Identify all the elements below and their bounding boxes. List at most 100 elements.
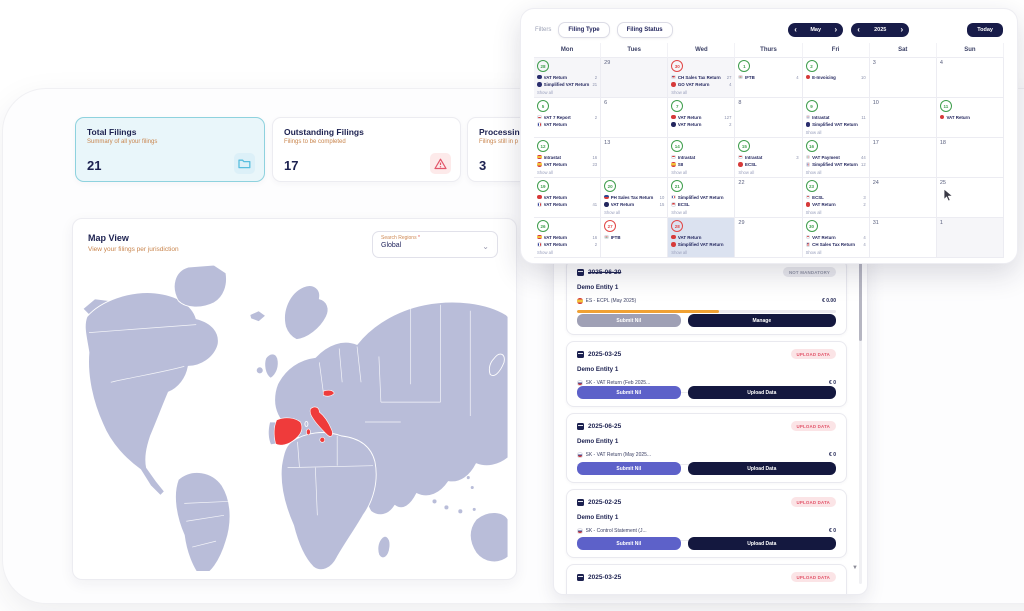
calendar-day-cell[interactable]: 14IntrastatSIIShow all (668, 138, 735, 178)
show-all-link[interactable]: Show all (671, 170, 731, 175)
calendar-filing-item[interactable]: VAT Return2 (806, 202, 866, 207)
calendar-day-cell[interactable]: 17 (870, 138, 937, 178)
calendar-filing-item[interactable]: CH Sales Tax Return4 (806, 242, 866, 247)
calendar-day-cell[interactable]: 21Simplified VAT ReturnECSLShow all (668, 178, 735, 218)
calendar-filing-item[interactable]: Simplified VAT Return12 (806, 162, 866, 167)
calendar-day-cell[interactable]: 18 (937, 138, 1004, 178)
calendar-filing-item[interactable]: VAT Return2 (537, 242, 597, 247)
world-map[interactable] (81, 265, 508, 571)
calendar-filing-item[interactable]: VAT Return (671, 235, 731, 240)
calendar-filing-item[interactable]: VAT Return2 (671, 122, 731, 127)
show-all-link[interactable]: Show all (806, 210, 866, 215)
calendar-day-cell[interactable]: 28VAT Return2Simplified VAT Return21Show… (534, 58, 601, 98)
scroll-down-icon[interactable]: ▼ (852, 565, 858, 571)
calendar-day-cell[interactable]: 1 (937, 218, 1004, 258)
show-all-link[interactable]: Show all (537, 250, 597, 255)
calendar-day-cell[interactable]: 4 (937, 58, 1004, 98)
calendar-filing-item[interactable]: IFTB4 (738, 75, 798, 80)
calendar-filing-item[interactable]: IFTB (604, 235, 664, 240)
calendar-filing-item[interactable]: ECSL (671, 202, 731, 207)
calendar-filing-item[interactable]: Intrastat (671, 155, 731, 160)
upload-data-button[interactable]: Upload Data (688, 386, 836, 399)
calendar-filing-item[interactable]: Simplified VAT Return (671, 195, 731, 200)
calendar-day-cell[interactable]: 31 (870, 218, 937, 258)
calendar-day-cell[interactable]: 16VAT Payment44Simplified VAT Return12Sh… (803, 138, 870, 178)
month-selector[interactable]: ‹ May › (788, 23, 843, 37)
calendar-filing-item[interactable]: VAT Return2 (537, 75, 597, 80)
calendar-day-cell[interactable]: 22 (735, 178, 802, 218)
calendar-day-cell[interactable]: 2E-Invoicing10 (803, 58, 870, 98)
upload-data-button[interactable]: Upload Data (688, 537, 836, 550)
submit-nil-button[interactable]: Submit Nil (577, 386, 681, 399)
calendar-filing-item[interactable]: PH Sales Tax Return10 (604, 195, 664, 200)
show-all-link[interactable]: Show all (738, 170, 798, 175)
calendar-day-cell[interactable]: 12Intrastat16VAT Return23Show all (534, 138, 601, 178)
calendar-day-cell[interactable]: 24 (870, 178, 937, 218)
calendar-filing-item[interactable]: VAT Return (537, 122, 597, 127)
calendar-day-cell[interactable]: 9Intrastat11Simplified VAT ReturnShow al… (803, 98, 870, 138)
show-all-link[interactable]: Show all (671, 90, 731, 95)
calendar-day-cell[interactable]: 3 (870, 58, 937, 98)
manage-button[interactable]: Manage (688, 314, 836, 327)
calendar-day-cell[interactable]: 30CH Sales Tax Return27GO VAT Return4Sho… (668, 58, 735, 98)
calendar-filing-item[interactable]: SII (671, 162, 731, 167)
scrollbar-thumb[interactable] (859, 263, 862, 341)
today-button[interactable]: Today (967, 23, 1003, 37)
submit-nil-button[interactable]: Submit Nil (577, 537, 681, 550)
calendar-day-cell[interactable]: 19VAT ReturnVAT Return41 (534, 178, 601, 218)
upload-data-button[interactable]: Upload Data (688, 462, 836, 475)
calendar-filing-item[interactable]: VAT Return4 (806, 235, 866, 240)
calendar-day-cell[interactable]: 30VAT Return4CH Sales Tax Return4Show al… (803, 218, 870, 258)
calendar-day-cell[interactable]: 11VAT Return (937, 98, 1004, 138)
show-all-link[interactable]: Show all (806, 170, 866, 175)
calendar-filing-item[interactable]: Simplified VAT Return (806, 122, 866, 127)
show-all-link[interactable]: Show all (806, 250, 866, 255)
prev-year-icon[interactable]: ‹ (857, 24, 860, 36)
calendar-day-cell[interactable]: 15Intrastat3ECSLShow all (735, 138, 802, 178)
calendar-filing-item[interactable]: Intrastat3 (738, 155, 798, 160)
search-regions-select[interactable]: Search Regions * Global ⌄ (372, 231, 498, 258)
calendar-filing-item[interactable]: Intrastat11 (806, 115, 866, 120)
stat-card-outstanding-filings[interactable]: Outstanding Filings Filings to be comple… (272, 117, 461, 182)
calendar-filing-item[interactable]: ECSL3 (806, 195, 866, 200)
calendar-day-cell[interactable]: 29 (735, 218, 802, 258)
calendar-day-cell[interactable]: 1IFTB4 (735, 58, 802, 98)
year-selector[interactable]: ‹ 2025 › (851, 23, 909, 37)
calendar-day-cell[interactable]: 7VAT Return127VAT Return2 (668, 98, 735, 138)
submit-nil-button[interactable]: Submit Nil (577, 314, 681, 327)
prev-month-icon[interactable]: ‹ (794, 24, 797, 36)
show-all-link[interactable]: Show all (537, 170, 597, 175)
calendar-day-cell[interactable]: 13 (601, 138, 668, 178)
calendar-filing-item[interactable]: Intrastat16 (537, 155, 597, 160)
filing-type-filter-button[interactable]: Filing Type (558, 22, 609, 38)
calendar-day-cell[interactable]: 5VAT 7 Report2VAT Return (534, 98, 601, 138)
calendar-day-cell[interactable]: 10 (870, 98, 937, 138)
calendar-day-cell[interactable]: 27IFTB (601, 218, 668, 258)
calendar-day-cell[interactable]: 23ECSL3VAT Return2Show all (803, 178, 870, 218)
calendar-filing-item[interactable]: E-Invoicing10 (806, 75, 866, 80)
calendar-filing-item[interactable]: VAT Return16 (537, 235, 597, 240)
calendar-filing-item[interactable]: VAT Return23 (537, 162, 597, 167)
calendar-filing-item[interactable]: VAT Payment44 (806, 155, 866, 160)
calendar-day-cell[interactable]: 20PH Sales Tax Return10VAT Return15Show … (601, 178, 668, 218)
calendar-day-cell[interactable]: 8 (735, 98, 802, 138)
calendar-filing-item[interactable]: CH Sales Tax Return27 (671, 75, 731, 80)
calendar-day-cell[interactable]: 28VAT ReturnSimplified VAT ReturnShow al… (668, 218, 735, 258)
calendar-filing-item[interactable]: GO VAT Return4 (671, 82, 731, 87)
calendar-filing-item[interactable]: VAT Return (940, 115, 1000, 120)
show-all-link[interactable]: Show all (537, 90, 597, 95)
next-year-icon[interactable]: › (901, 24, 904, 36)
filing-status-filter-button[interactable]: Filing Status (617, 22, 673, 38)
calendar-filing-item[interactable]: Simplified VAT Return21 (537, 82, 597, 87)
calendar-day-cell[interactable]: 29 (601, 58, 668, 98)
calendar-filing-item[interactable]: VAT 7 Report2 (537, 115, 597, 120)
calendar-filing-item[interactable]: VAT Return15 (604, 202, 664, 207)
calendar-filing-item[interactable]: VAT Return (537, 195, 597, 200)
show-all-link[interactable]: Show all (671, 250, 731, 255)
stat-card-total-filings[interactable]: Total Filings Summary of all your filing… (75, 117, 265, 182)
show-all-link[interactable]: Show all (806, 130, 866, 135)
show-all-link[interactable]: Show all (671, 210, 731, 215)
next-month-icon[interactable]: › (835, 24, 838, 36)
calendar-filing-item[interactable]: VAT Return41 (537, 202, 597, 207)
calendar-day-cell[interactable]: 26VAT Return16VAT Return2Show all (534, 218, 601, 258)
